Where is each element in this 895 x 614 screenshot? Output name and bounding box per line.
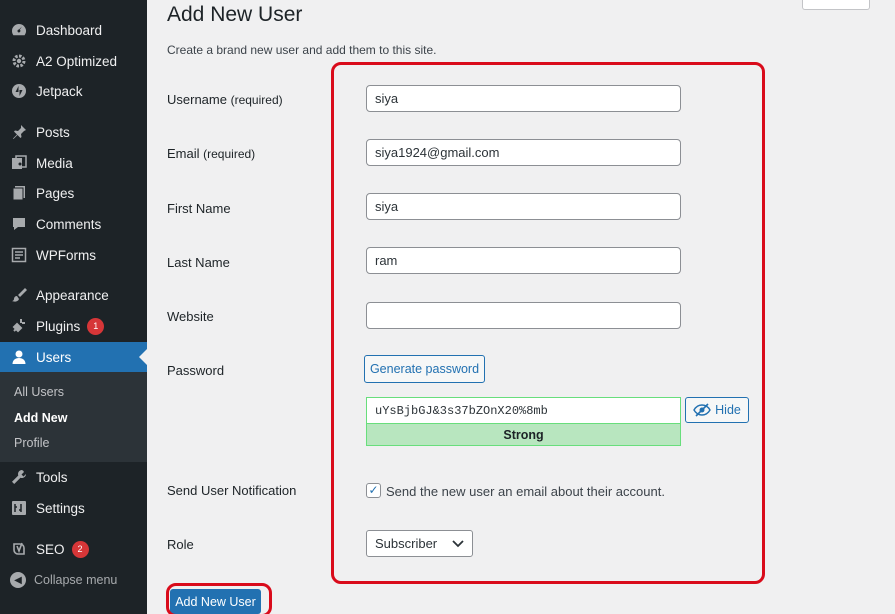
yoast-icon bbox=[10, 540, 28, 558]
menu-settings[interactable]: Settings bbox=[0, 493, 147, 523]
media-icon bbox=[10, 154, 28, 172]
password-input[interactable]: uYsBjbGJ&3s37bZOnX20%8mb bbox=[366, 397, 681, 423]
menu-settings-label: Settings bbox=[36, 500, 85, 516]
first-name-value: siya bbox=[375, 199, 399, 214]
comment-icon bbox=[10, 215, 28, 233]
add-new-user-button[interactable]: Add New User bbox=[170, 589, 261, 614]
username-label: Username (required) bbox=[167, 92, 283, 107]
menu-media-label: Media bbox=[36, 155, 73, 171]
send-notification-checkbox[interactable]: ✓ bbox=[366, 483, 381, 498]
admin-sidebar: Dashboard A2 Optimized Jetpack Posts Med… bbox=[0, 0, 147, 614]
brush-icon bbox=[10, 286, 28, 304]
chevron-down-icon bbox=[452, 536, 464, 551]
menu-dashboard-label: Dashboard bbox=[36, 22, 103, 38]
settings-icon bbox=[10, 499, 28, 517]
collapse-menu-button[interactable]: ◀ Collapse menu bbox=[0, 565, 147, 595]
submenu-all-users[interactable]: All Users bbox=[14, 385, 64, 399]
menu-dashboard[interactable]: Dashboard bbox=[0, 15, 147, 45]
password-strength-indicator: Strong bbox=[366, 423, 681, 446]
menu-jetpack[interactable]: Jetpack bbox=[0, 76, 147, 106]
menu-wpforms-label: WPForms bbox=[36, 247, 96, 263]
first-name-label: First Name bbox=[167, 201, 231, 216]
menu-plugins[interactable]: Plugins 1 bbox=[0, 311, 147, 341]
username-required-note: (required) bbox=[230, 93, 283, 107]
checkmark-icon: ✓ bbox=[368, 483, 379, 497]
jetpack-icon bbox=[10, 82, 28, 100]
submenu-profile[interactable]: Profile bbox=[14, 436, 49, 450]
menu-a2-optimized[interactable]: A2 Optimized bbox=[0, 46, 147, 76]
gear-icon bbox=[10, 52, 28, 70]
username-label-text: Username bbox=[167, 92, 227, 107]
menu-posts-label: Posts bbox=[36, 124, 70, 140]
collapse-arrow-icon: ◀ bbox=[10, 572, 26, 588]
menu-appearance-label: Appearance bbox=[36, 287, 109, 303]
menu-comments[interactable]: Comments bbox=[0, 209, 147, 239]
website-label: Website bbox=[167, 309, 214, 324]
role-selected-value: Subscriber bbox=[375, 536, 438, 551]
menu-plugins-label: Plugins bbox=[36, 318, 81, 334]
hide-password-label: Hide bbox=[715, 403, 741, 417]
password-label: Password bbox=[167, 363, 225, 378]
page-description: Create a brand new user and add them to … bbox=[167, 43, 437, 57]
email-input[interactable]: siya1924@gmail.com bbox=[366, 139, 681, 166]
menu-comments-label: Comments bbox=[36, 216, 102, 232]
last-name-input[interactable]: ram bbox=[366, 247, 681, 274]
role-label: Role bbox=[167, 537, 194, 552]
menu-seo-label: SEO bbox=[36, 541, 65, 557]
dashboard-icon bbox=[10, 21, 28, 39]
screen-options-tab[interactable] bbox=[802, 0, 870, 10]
submenu-add-new[interactable]: Add New bbox=[14, 411, 67, 425]
menu-users[interactable]: Users bbox=[0, 342, 147, 372]
menu-jetpack-label: Jetpack bbox=[36, 83, 83, 99]
forms-icon bbox=[10, 246, 28, 264]
email-value: siya1924@gmail.com bbox=[375, 145, 500, 160]
users-submenu: All Users Add New Profile bbox=[0, 372, 147, 462]
email-required-note: (required) bbox=[203, 147, 256, 161]
email-label: Email (required) bbox=[167, 146, 255, 161]
send-notification-checkbox-label[interactable]: Send the new user an email about their a… bbox=[386, 484, 665, 499]
generate-password-button[interactable]: Generate password bbox=[364, 355, 485, 383]
send-notification-label: Send User Notification bbox=[167, 483, 297, 498]
user-icon bbox=[10, 348, 28, 366]
collapse-menu-label: Collapse menu bbox=[34, 573, 118, 587]
menu-pages-label: Pages bbox=[36, 185, 75, 201]
menu-pages[interactable]: Pages bbox=[0, 178, 147, 208]
menu-tools[interactable]: Tools bbox=[0, 462, 147, 492]
menu-posts[interactable]: Posts bbox=[0, 117, 147, 147]
website-input[interactable] bbox=[366, 302, 681, 329]
page-title: Add New User bbox=[167, 3, 303, 26]
wrench-icon bbox=[10, 468, 28, 486]
role-select[interactable]: Subscriber bbox=[366, 530, 473, 557]
username-input[interactable]: siya bbox=[366, 85, 681, 112]
password-value: uYsBjbGJ&3s37bZOnX20%8mb bbox=[375, 403, 548, 418]
first-name-input[interactable]: siya bbox=[366, 193, 681, 220]
menu-wpforms[interactable]: WPForms bbox=[0, 240, 147, 270]
menu-appearance[interactable]: Appearance bbox=[0, 280, 147, 310]
pages-icon bbox=[10, 184, 28, 202]
plugins-update-badge: 1 bbox=[87, 317, 105, 335]
pin-icon bbox=[10, 123, 28, 141]
last-name-label: Last Name bbox=[167, 255, 230, 270]
menu-a2-optimized-label: A2 Optimized bbox=[36, 53, 118, 69]
last-name-value: ram bbox=[375, 253, 398, 268]
email-label-text: Email bbox=[167, 146, 200, 161]
plugin-icon bbox=[10, 317, 28, 335]
main-content: Add New User Create a brand new user and… bbox=[147, 0, 895, 614]
username-value: siya bbox=[375, 91, 399, 106]
menu-media[interactable]: Media bbox=[0, 148, 147, 178]
eye-slash-icon bbox=[693, 403, 711, 417]
seo-notification-badge: 2 bbox=[71, 540, 89, 558]
menu-tools-label: Tools bbox=[36, 469, 68, 485]
menu-users-label: Users bbox=[36, 349, 72, 365]
hide-password-button[interactable]: Hide bbox=[685, 397, 749, 423]
menu-seo[interactable]: SEO 2 bbox=[0, 534, 147, 564]
